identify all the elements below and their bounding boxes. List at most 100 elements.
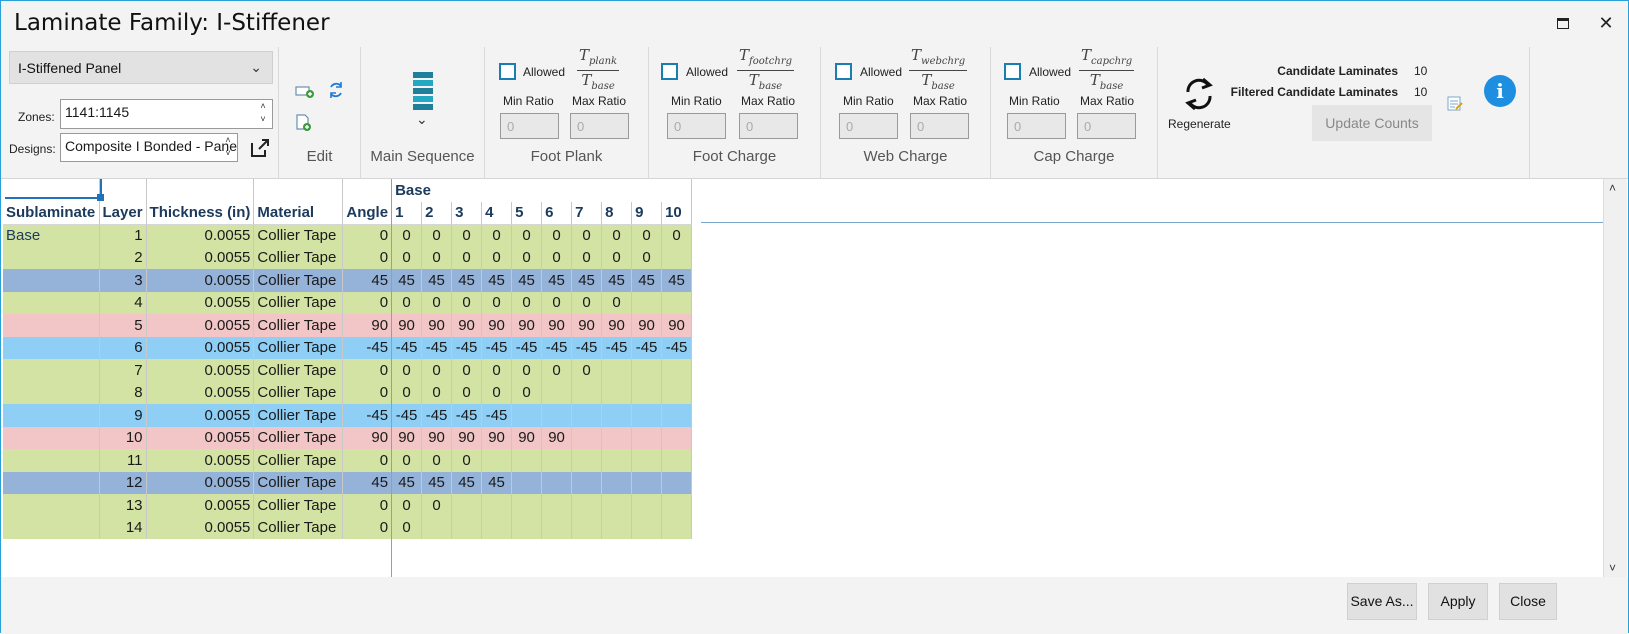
foot-charge-min-input[interactable]: 0: [667, 113, 726, 139]
layer-cell[interactable]: 8: [99, 381, 147, 404]
column-header[interactable]: 5: [511, 201, 543, 225]
angle-cell[interactable]: 0: [342, 494, 393, 517]
sequence-cell[interactable]: 0: [391, 494, 423, 517]
layer-cell[interactable]: 6: [99, 336, 147, 359]
family-select[interactable]: I-Stiffened Panel ⌄: [9, 51, 273, 84]
sequence-cell[interactable]: 90: [391, 426, 423, 449]
sequence-cell[interactable]: 0: [421, 224, 453, 247]
angle-cell[interactable]: 0: [342, 359, 393, 382]
sequence-cell[interactable]: [421, 516, 453, 539]
material-cell[interactable]: Collier Tape: [253, 381, 344, 404]
laminate-grid[interactable]: Base Sublaminate Layer Thickness (in) Materi…: [3, 179, 1603, 577]
foot-charge-max-input[interactable]: 0: [739, 113, 798, 139]
angle-cell[interactable]: 90: [342, 426, 393, 449]
web-charge-max-input[interactable]: 0: [910, 113, 969, 139]
frozen-column-splitter[interactable]: [391, 179, 392, 577]
sequence-cell[interactable]: 0: [601, 291, 633, 314]
sequence-cell[interactable]: 45: [481, 269, 513, 292]
sequence-cell[interactable]: [661, 426, 693, 449]
sequence-cell[interactable]: 90: [421, 314, 453, 337]
sequence-cell[interactable]: 45: [571, 269, 603, 292]
scroll-up-icon[interactable]: ˄: [1609, 181, 1616, 195]
sequence-cell[interactable]: [601, 494, 633, 517]
thickness-cell[interactable]: 0.0055: [146, 224, 255, 247]
sequence-cell[interactable]: -45: [391, 336, 423, 359]
sequence-cell[interactable]: -45: [571, 336, 603, 359]
column-header[interactable]: 6: [541, 201, 573, 225]
sequence-cell[interactable]: 90: [511, 314, 543, 337]
sequence-cell[interactable]: 0: [511, 224, 543, 247]
column-header[interactable]: Thickness (in): [146, 201, 255, 225]
angle-cell[interactable]: 0: [342, 516, 393, 539]
foot-plank-min-input[interactable]: 0: [500, 113, 559, 139]
sequence-cell[interactable]: [571, 516, 603, 539]
angle-cell[interactable]: -45: [342, 404, 393, 427]
sequence-cell[interactable]: [661, 381, 693, 404]
selection-handle[interactable]: [97, 194, 104, 201]
refresh-small-icon[interactable]: [327, 81, 345, 99]
layer-cell[interactable]: 3: [99, 269, 147, 292]
sequence-cell[interactable]: 45: [541, 269, 573, 292]
column-header[interactable]: 8: [601, 201, 633, 225]
table-row[interactable]: 14 0.0055 Collier Tape 0 0: [3, 516, 693, 539]
sequence-cell[interactable]: 0: [391, 381, 423, 404]
cap-charge-min-input[interactable]: 0: [1007, 113, 1066, 139]
sequence-cell[interactable]: [451, 494, 483, 517]
sequence-cell[interactable]: 0: [571, 224, 603, 247]
sequence-cell[interactable]: -45: [481, 404, 513, 427]
sequence-cell[interactable]: 0: [481, 381, 513, 404]
vertical-scrollbar[interactable]: ˄ ˅: [1603, 179, 1627, 577]
sequence-cell[interactable]: 0: [391, 291, 423, 314]
add-document-icon[interactable]: [295, 114, 313, 132]
table-row[interactable]: 7 0.0055 Collier Tape 0 0 0 0 0 0 0 0: [3, 359, 693, 382]
column-header[interactable]: 3: [451, 201, 483, 225]
sequence-cell[interactable]: 45: [511, 269, 543, 292]
thickness-cell[interactable]: 0.0055: [146, 471, 255, 494]
sequence-cell[interactable]: 90: [541, 426, 573, 449]
sequence-cell[interactable]: 0: [421, 449, 453, 472]
table-row[interactable]: 13 0.0055 Collier Tape 0 0 0: [3, 494, 693, 517]
sequence-cell[interactable]: 45: [451, 269, 483, 292]
sequence-cell[interactable]: 90: [571, 314, 603, 337]
sequence-cell[interactable]: [571, 381, 603, 404]
table-row[interactable]: 2 0.0055 Collier Tape 0 0 0 0 0 0 0 0 0 0: [3, 246, 693, 269]
sequence-cell[interactable]: [511, 471, 543, 494]
sequence-cell[interactable]: [541, 471, 573, 494]
sequence-cell[interactable]: [571, 471, 603, 494]
sequence-cell[interactable]: -45: [451, 404, 483, 427]
table-row[interactable]: 12 0.0055 Collier Tape 45 45 45 45 45: [3, 471, 693, 494]
thickness-cell[interactable]: 0.0055: [146, 426, 255, 449]
foot-plank-max-input[interactable]: 0: [570, 113, 629, 139]
sequence-cell[interactable]: 90: [661, 314, 693, 337]
sublaminate-cell[interactable]: [3, 426, 100, 449]
angle-cell[interactable]: 0: [342, 224, 393, 247]
sequence-cell[interactable]: [661, 291, 693, 314]
table-row[interactable]: 3 0.0055 Collier Tape 45 45 45 45 45 45 45 45 45 45 4…: [3, 269, 693, 292]
column-header[interactable]: Angle: [342, 201, 393, 225]
save-as-button[interactable]: Save As...: [1347, 583, 1417, 620]
column-header[interactable]: 9: [631, 201, 663, 225]
sublaminate-cell[interactable]: [3, 381, 100, 404]
sequence-cell[interactable]: 0: [511, 291, 543, 314]
sequence-cell[interactable]: [631, 471, 663, 494]
sequence-cell[interactable]: [511, 449, 543, 472]
sequence-cell[interactable]: [631, 291, 663, 314]
maximize-icon[interactable]: [1551, 11, 1575, 35]
thickness-cell[interactable]: 0.0055: [146, 494, 255, 517]
sequence-cell[interactable]: 90: [481, 314, 513, 337]
column-header[interactable]: Layer: [99, 201, 147, 225]
sequence-cell[interactable]: -45: [481, 336, 513, 359]
sublaminate-cell[interactable]: [3, 359, 100, 382]
thickness-cell[interactable]: 0.0055: [146, 381, 255, 404]
thickness-cell[interactable]: 0.0055: [146, 516, 255, 539]
sequence-cell[interactable]: 90: [451, 314, 483, 337]
table-row[interactable]: 6 0.0055 Collier Tape -45 -45 -45 -45 -45 -45 -45…: [3, 336, 693, 359]
angle-cell[interactable]: 0: [342, 291, 393, 314]
sequence-cell[interactable]: 0: [511, 381, 543, 404]
column-header[interactable]: 4: [481, 201, 513, 225]
web-charge-allowed-checkbox[interactable]: [835, 63, 852, 80]
sublaminate-cell[interactable]: [3, 404, 100, 427]
sequence-cell[interactable]: 0: [451, 381, 483, 404]
sublaminate-cell[interactable]: [3, 449, 100, 472]
table-row[interactable]: 5 0.0055 Collier Tape 90 90 90 90 90 90 90 90 90 90 9…: [3, 314, 693, 337]
